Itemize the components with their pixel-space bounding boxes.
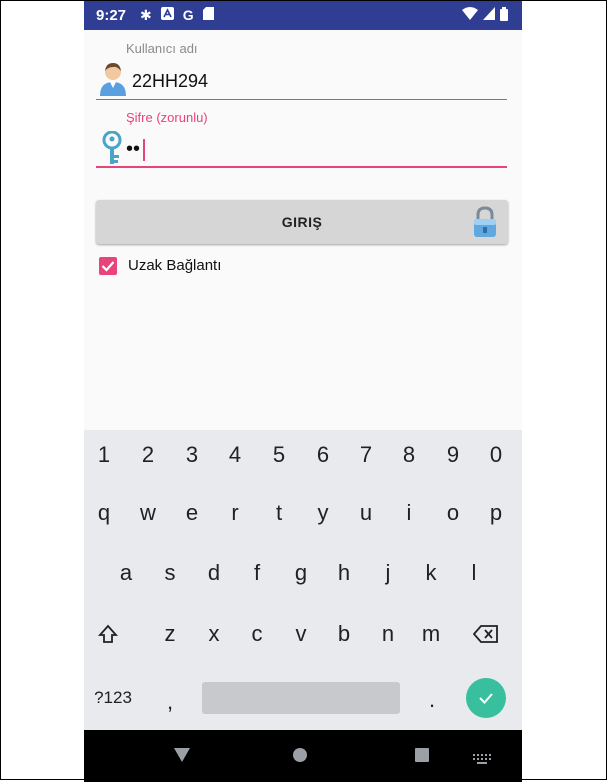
key[interactable]: b xyxy=(324,614,364,654)
keyboard-row-home: a s d f g h j k l xyxy=(84,553,522,593)
user-avatar-icon xyxy=(98,60,128,101)
status-right-icons xyxy=(462,7,508,24)
wifi-icon xyxy=(462,7,478,24)
gear-icon: ✱ xyxy=(140,7,152,23)
key[interactable]: 6 xyxy=(303,435,343,475)
password-value: •• xyxy=(126,138,141,160)
status-time: 9:27 xyxy=(96,7,127,24)
comma-key[interactable]: , xyxy=(150,682,190,722)
soft-keyboard: 1 2 3 4 5 6 7 8 9 0 q w e r t y u i o p … xyxy=(84,430,522,730)
key[interactable]: y xyxy=(303,493,343,533)
password-label: Şifre (zorunlu) xyxy=(126,110,208,125)
text-cursor xyxy=(143,138,146,161)
key[interactable]: w xyxy=(128,493,168,533)
navigation-bar xyxy=(84,730,522,782)
key[interactable]: 7 xyxy=(346,435,386,475)
key[interactable]: t xyxy=(259,493,299,533)
google-icon: G xyxy=(182,7,194,23)
key[interactable]: s xyxy=(150,553,190,593)
key[interactable]: 9 xyxy=(433,435,473,475)
space-key[interactable] xyxy=(202,682,400,714)
enter-key[interactable] xyxy=(466,678,506,718)
key[interactable]: 1 xyxy=(84,435,124,475)
key[interactable]: j xyxy=(368,553,408,593)
key[interactable]: a xyxy=(106,553,146,593)
shift-icon xyxy=(97,624,119,643)
login-label: GIRIŞ xyxy=(281,214,323,230)
key[interactable]: h xyxy=(324,553,364,593)
key[interactable]: f xyxy=(237,553,277,593)
password-underline xyxy=(96,166,507,168)
key[interactable]: z xyxy=(150,614,190,654)
password-field[interactable]: •• xyxy=(126,138,146,161)
status-bar: 9:27 ✱ G xyxy=(84,0,522,30)
signal-icon xyxy=(483,7,495,24)
status-icons: ✱ G xyxy=(140,7,214,24)
key-icon xyxy=(100,130,124,170)
battery-icon xyxy=(500,7,508,24)
lock-icon xyxy=(472,206,498,241)
key[interactable]: 8 xyxy=(389,435,429,475)
key[interactable]: 3 xyxy=(172,435,212,475)
username-underline xyxy=(96,99,507,100)
login-button[interactable]: GIRIŞ xyxy=(96,200,508,244)
key[interactable]: 5 xyxy=(259,435,299,475)
shift-key[interactable] xyxy=(88,614,128,654)
username-label: Kullanıcı adı xyxy=(126,41,198,56)
key[interactable]: e xyxy=(172,493,212,533)
sdcard-icon xyxy=(202,7,214,24)
key[interactable]: q xyxy=(84,493,124,533)
key[interactable]: r xyxy=(215,493,255,533)
key[interactable]: g xyxy=(281,553,321,593)
phone-screen: 9:27 ✱ G Kullanıcı adı 22HH294 Şifre (zo… xyxy=(84,0,522,782)
remote-connection-checkbox[interactable] xyxy=(99,257,117,275)
key[interactable]: o xyxy=(433,493,473,533)
key[interactable]: 4 xyxy=(215,435,255,475)
key[interactable]: v xyxy=(281,614,321,654)
keyboard-switch-icon[interactable] xyxy=(473,751,491,769)
username-field[interactable]: 22HH294 xyxy=(132,71,208,92)
key[interactable]: i xyxy=(389,493,429,533)
key[interactable]: 2 xyxy=(128,435,168,475)
period-key[interactable]: . xyxy=(412,680,452,720)
key[interactable]: k xyxy=(411,553,451,593)
key[interactable]: n xyxy=(368,614,408,654)
checkmark-icon xyxy=(479,693,493,704)
backspace-key[interactable] xyxy=(466,614,506,654)
key[interactable]: x xyxy=(194,614,234,654)
recents-icon[interactable] xyxy=(415,748,429,767)
checkmark-icon xyxy=(101,261,115,272)
remote-connection-label: Uzak Bağlantı xyxy=(128,257,222,274)
key[interactable]: l xyxy=(454,553,494,593)
key[interactable]: d xyxy=(194,553,234,593)
key[interactable]: p xyxy=(476,493,516,533)
a-icon xyxy=(160,7,174,24)
keyboard-row-top: q w e r t y u i o p xyxy=(84,493,522,533)
keyboard-row-numbers: 1 2 3 4 5 6 7 8 9 0 xyxy=(84,435,522,475)
key[interactable]: 0 xyxy=(476,435,516,475)
key[interactable]: m xyxy=(411,614,451,654)
keyboard-row-bottom: z x c v b n m xyxy=(84,614,522,654)
symbols-key[interactable]: ?123 xyxy=(88,678,138,718)
backspace-icon xyxy=(473,625,498,643)
home-icon[interactable] xyxy=(292,747,308,768)
key[interactable]: c xyxy=(237,614,277,654)
key[interactable]: u xyxy=(346,493,386,533)
back-icon[interactable] xyxy=(174,748,190,767)
